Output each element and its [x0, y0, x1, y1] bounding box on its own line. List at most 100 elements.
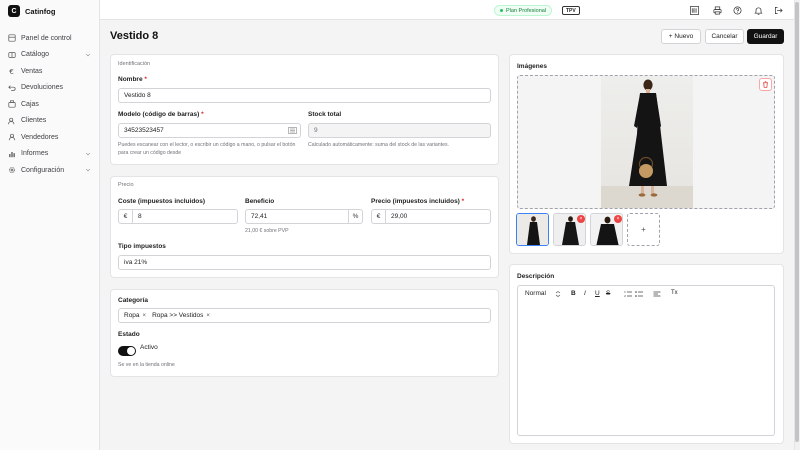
save-button[interactable]: Guardar: [747, 29, 784, 44]
cost-input[interactable]: 8: [132, 209, 238, 224]
active-toggle[interactable]: [118, 346, 136, 356]
price-input[interactable]: 29,00: [385, 209, 491, 224]
chevron-down-icon: [85, 53, 91, 56]
barcode-icon: [689, 5, 699, 15]
plan-badge[interactable]: Plan Profesional: [494, 5, 553, 16]
sidebar-item-label: Configuración: [21, 166, 65, 174]
price-currency: €: [371, 209, 386, 224]
sidebar-item-label: Devoluciones: [21, 84, 64, 92]
page-title: Vestido 8: [110, 30, 159, 42]
sidebar-item-label: Catálogo: [21, 51, 50, 59]
remove-thumbnail-button[interactable]: ×: [577, 215, 585, 223]
state-label: Estado: [118, 331, 140, 338]
stock-label: Stock total: [308, 111, 342, 118]
price-label-text: Precio (impuestos incluidos): [371, 198, 460, 205]
svg-text:2: 2: [624, 294, 626, 298]
description-editor[interactable]: [517, 301, 775, 436]
sidebar-item-clientes[interactable]: Clientes: [0, 113, 100, 130]
sidebar-item-devoluciones[interactable]: Devoluciones: [0, 80, 100, 97]
delete-image-button[interactable]: [759, 78, 772, 91]
sidebar-item-configuracion[interactable]: Configuración: [0, 162, 100, 179]
cost-label: Coste (impuestos incluidos): [118, 198, 206, 205]
tpv-button[interactable]: TPV: [562, 6, 580, 15]
cash-register-icon: [8, 100, 16, 108]
sidebar-item-label: Clientes: [21, 117, 47, 125]
model-label: Modelo (código de barras) *: [118, 111, 204, 118]
svg-text:€: €: [9, 67, 14, 75]
bold-button[interactable]: B: [571, 290, 576, 297]
sidebar-item-vendedores[interactable]: Vendedores: [0, 129, 100, 146]
main-image-dropzone[interactable]: [517, 75, 775, 209]
chart-icon: [8, 150, 16, 158]
required-mark: *: [201, 111, 204, 118]
sidebar-item-ventas[interactable]: € Ventas: [0, 63, 100, 80]
description-title: Descripción: [517, 273, 555, 280]
name-label: Nombre *: [118, 76, 147, 83]
logout-icon: [774, 6, 783, 14]
remove-thumbnail-button[interactable]: ×: [614, 215, 622, 223]
images-title: Imágenes: [517, 63, 547, 70]
sidebar-item-label: Vendedores: [21, 133, 59, 141]
user-icon: [8, 133, 16, 141]
sidebar-item-panel[interactable]: Panel de control: [0, 30, 100, 47]
print-button[interactable]: [712, 5, 722, 15]
editor-toolbar: Normal B I U S 12 Tx: [517, 285, 775, 302]
return-icon: [8, 84, 16, 92]
sidebar-item-informes[interactable]: Informes: [0, 146, 100, 163]
generate-barcode-button[interactable]: [288, 127, 297, 135]
category-multiselect[interactable]: Ropa × Ropa >> Vestidos ×: [118, 308, 491, 323]
category-label: Categoría: [118, 297, 148, 304]
category-chip-label: Ropa >> Vestidos: [152, 312, 204, 319]
profit-label: Beneficio: [245, 198, 275, 205]
notifications-button[interactable]: [753, 5, 763, 15]
logout-button[interactable]: [773, 5, 783, 15]
sidebar-item-label: Ventas: [21, 67, 43, 75]
profit-input[interactable]: 72,41: [245, 209, 349, 224]
name-label-text: Nombre: [118, 76, 143, 83]
strike-button[interactable]: S: [606, 290, 610, 297]
brand-logo: C: [8, 5, 20, 17]
sidebar-item-catalogo[interactable]: Catálogo: [0, 47, 100, 64]
sidebar-item-label: Cajas: [21, 100, 39, 108]
barcode-button[interactable]: [689, 5, 699, 15]
model-input[interactable]: 34523523457: [118, 123, 301, 138]
sidebar-nav: Panel de control Catálogo € Ventas Devol…: [0, 30, 100, 179]
underline-button[interactable]: U: [595, 290, 600, 297]
cancel-button[interactable]: Cancelar: [705, 29, 744, 44]
chevron-down-icon: [85, 152, 91, 155]
sidebar-item-label: Panel de control: [21, 34, 72, 42]
format-select[interactable]: Normal: [525, 290, 546, 297]
new-button[interactable]: + Nuevo: [661, 29, 701, 44]
image-thumbnail[interactable]: [516, 213, 549, 246]
page-scrollbar[interactable]: [794, 0, 800, 450]
users-icon: [8, 117, 16, 125]
euro-icon: €: [8, 67, 16, 75]
state-help: Se ve en la tienda online: [118, 362, 175, 368]
sidebar-item-cajas[interactable]: Cajas: [0, 96, 100, 113]
category-chip: Ropa ×: [124, 312, 146, 319]
dress-model-image: [601, 79, 693, 208]
brand[interactable]: C Catinfog: [8, 5, 55, 17]
updown-icon: [555, 291, 561, 297]
model-label-text: Modelo (código de barras): [118, 111, 200, 118]
align-left-icon[interactable]: [653, 290, 661, 298]
help-icon: [733, 6, 741, 14]
category-chip-label: Ropa: [124, 312, 140, 319]
chevron-down-icon: [85, 168, 91, 172]
bullet-list-icon[interactable]: [635, 290, 643, 298]
tax-select[interactable]: iva 21%: [118, 255, 491, 270]
italic-button[interactable]: I: [584, 290, 586, 297]
brand-name: Catinfog: [25, 6, 56, 16]
remove-chip-icon[interactable]: ×: [206, 313, 210, 319]
status-dot-icon: [500, 9, 503, 12]
printer-icon: [713, 6, 721, 14]
clear-format-button[interactable]: Tx: [671, 290, 678, 296]
dress-thumbnail-image: [517, 214, 548, 245]
help-button[interactable]: [732, 5, 742, 15]
barcode-icon: [288, 127, 297, 135]
name-input[interactable]: Vestido 8: [118, 88, 491, 103]
scrollbar-thumb[interactable]: [795, 2, 799, 442]
remove-chip-icon[interactable]: ×: [143, 313, 147, 319]
add-image-button[interactable]: +: [627, 213, 660, 246]
ordered-list-icon[interactable]: 12: [624, 290, 632, 298]
